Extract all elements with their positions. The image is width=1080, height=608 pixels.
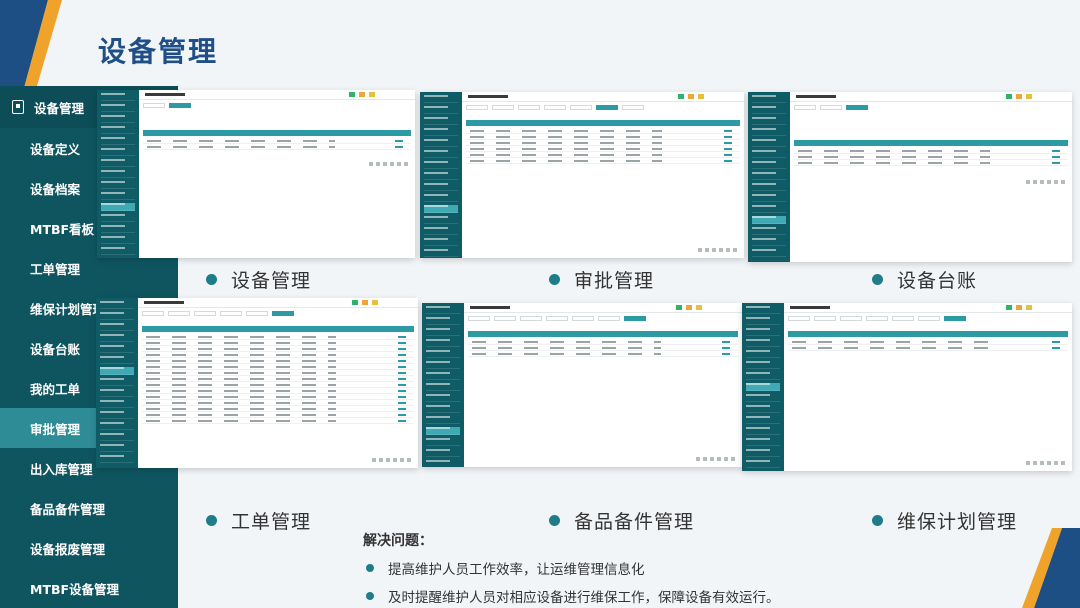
caption-device-management: 设备管理 [206,266,311,293]
nav-item-label: 维保计划管理 [30,301,106,317]
caption-text: 设备管理 [231,270,312,292]
nav-item-label: 设备报废管理 [30,541,106,557]
page-title: 设备管理 [98,35,219,68]
caption-device-ledger: 设备台账 [872,266,977,293]
screenshot-device-management [97,90,415,258]
bullet-icon [366,592,374,600]
screenshot-maintenance-plan [742,303,1072,471]
nav-item-label: 设备台账 [30,341,81,357]
caption-text: 工单管理 [231,511,312,533]
screenshot-work-orders [96,298,418,468]
nav-item-label: 审批管理 [30,421,81,437]
caption-spare-parts: 备品备件管理 [549,507,694,534]
nav-item-label: 我的工单 [30,381,81,397]
caption-approval-management: 审批管理 [549,266,654,293]
solve-title: 解决问题： [363,533,433,549]
caption-text: 维保计划管理 [897,511,1018,533]
caption-text: 设备台账 [897,270,978,292]
caption-text: 审批管理 [574,270,655,292]
bullet-icon [206,274,217,285]
nav-header-label: 设备管理 [34,100,85,116]
nav-item-device-scrap[interactable]: 设备报废管理 [0,528,178,568]
solve-point: 提高维护人员工作效率，让运维管理信息化 [366,558,645,578]
bullet-icon [549,274,560,285]
nav-item-label: 设备定义 [30,141,81,157]
screenshot-spare-parts [422,303,742,467]
solve-point-text: 提高维护人员工作效率，让运维管理信息化 [388,562,645,578]
bullet-icon [206,515,217,526]
device-icon [12,100,24,114]
caption-maintenance-plan: 维保计划管理 [872,507,1017,534]
nav-item-label: 工单管理 [30,261,81,277]
bullet-icon [549,515,560,526]
solve-point-text: 及时提醒维护人员对相应设备进行维保工作，保障设备有效运行。 [388,590,780,606]
nav-item-label: MTBF看板 [30,221,95,237]
nav-item-label: MTBF设备管理 [30,581,120,597]
bullet-icon [872,274,883,285]
caption-work-orders: 工单管理 [206,507,311,534]
corner-decoration-bottom-right [1022,528,1080,608]
solve-point: 及时提醒维护人员对相应设备进行维保工作，保障设备有效运行。 [366,586,780,606]
screenshot-device-ledger [748,92,1072,262]
nav-item-mtbf-devices[interactable]: MTBF设备管理 [0,568,178,608]
bullet-icon [872,515,883,526]
caption-text: 备品备件管理 [574,511,695,533]
nav-item-label: 设备档案 [30,181,81,197]
bullet-icon [366,564,374,572]
nav-item-spare-parts[interactable]: 备品备件管理 [0,488,178,528]
nav-item-label: 备品备件管理 [30,501,106,517]
nav-item-label: 出入库管理 [30,461,93,477]
screenshot-approval-management [420,92,744,258]
